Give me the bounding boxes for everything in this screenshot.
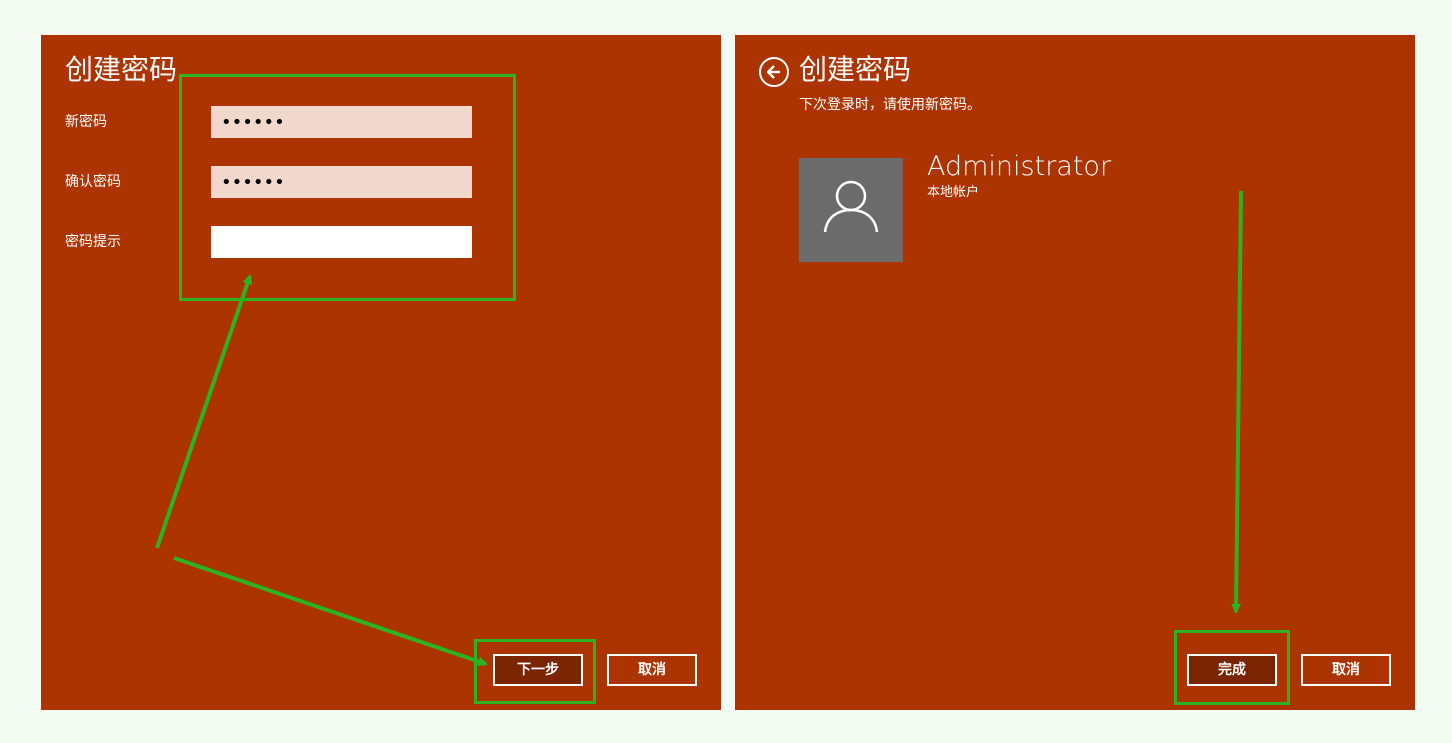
- cancel-button[interactable]: 取消: [607, 654, 697, 686]
- avatar: [799, 158, 903, 262]
- password-created-panel: 创建密码 下次登录时，请使用新密码。 Administrator 本地帐户 完成…: [735, 35, 1415, 710]
- confirm-password-label: 确认密码: [65, 174, 121, 190]
- cancel-button[interactable]: 取消: [1301, 654, 1391, 686]
- account-name: Administrator: [927, 151, 1112, 182]
- user-icon: [823, 180, 879, 233]
- create-password-panel: 创建密码 新密码 确认密码 密码提示 下一步 取消: [41, 35, 721, 710]
- password-hint-label: 密码提示: [65, 234, 121, 250]
- page-title: 创建密码: [799, 53, 912, 86]
- back-button[interactable]: [759, 57, 789, 87]
- finish-button[interactable]: 完成: [1187, 654, 1277, 686]
- account-type: 本地帐户: [927, 185, 980, 200]
- confirm-password-input[interactable]: [211, 166, 472, 198]
- next-button[interactable]: 下一步: [493, 654, 583, 686]
- subtitle: 下次登录时，请使用新密码。: [799, 97, 981, 113]
- new-password-input[interactable]: [211, 106, 472, 138]
- page-title: 创建密码: [65, 53, 178, 86]
- new-password-label: 新密码: [65, 114, 107, 130]
- password-hint-input[interactable]: [211, 226, 472, 258]
- back-arrow-icon: [766, 65, 780, 79]
